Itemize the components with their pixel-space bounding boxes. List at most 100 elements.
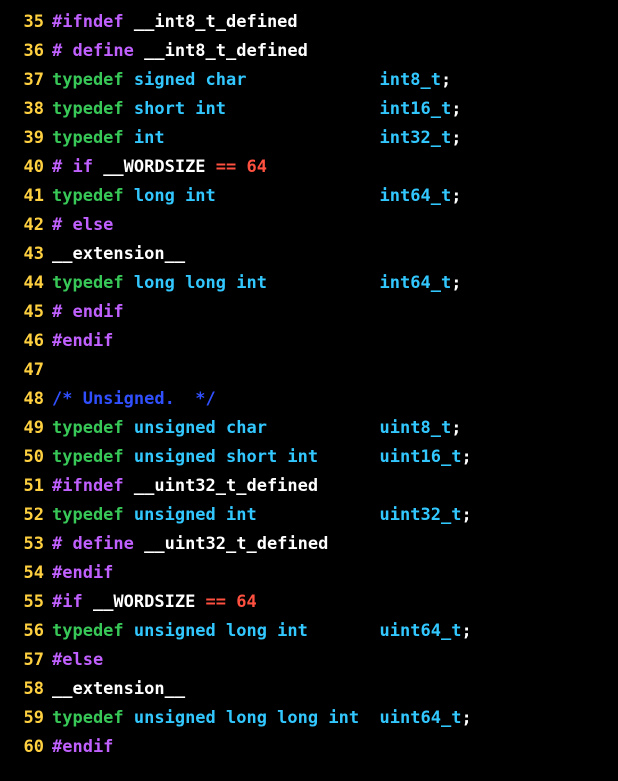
code-content[interactable]: # if __WORDSIZE == 64 [52, 153, 618, 182]
code-content[interactable]: #endif [52, 733, 618, 762]
code-line[interactable]: 53# define __uint32_t_defined [0, 530, 618, 559]
code-content[interactable]: typedef unsigned short int uint16_t; [52, 443, 618, 472]
token-kw: typedef [52, 186, 124, 206]
code-content[interactable]: #if __WORDSIZE == 64 [52, 588, 618, 617]
code-content[interactable]: #endif [52, 559, 618, 588]
code-line[interactable]: 40# if __WORDSIZE == 64 [0, 153, 618, 182]
code-content[interactable]: #endif [52, 327, 618, 356]
code-line[interactable]: 50typedef unsigned short int uint16_t; [0, 443, 618, 472]
code-content[interactable]: __extension__ [52, 240, 618, 269]
line-number: 44 [0, 269, 52, 298]
code-content[interactable]: typedef long int int64_t; [52, 182, 618, 211]
line-number: 38 [0, 95, 52, 124]
token-id [165, 128, 380, 148]
token-id [216, 186, 380, 206]
token-kw: typedef [52, 708, 124, 728]
token-kw: typedef [52, 621, 124, 641]
token-kw: typedef [52, 70, 124, 90]
code-content[interactable]: # define __uint32_t_defined [52, 530, 618, 559]
token-pp: # if [52, 157, 93, 177]
token-punc: ; [451, 273, 461, 293]
token-kw: typedef [52, 128, 124, 148]
token-id [226, 592, 236, 612]
token-pp: #else [52, 650, 103, 670]
token-id: __int8_t_defined [124, 12, 298, 32]
token-type: long long int [124, 273, 267, 293]
code-content[interactable]: # define __int8_t_defined [52, 37, 618, 66]
line-number: 51 [0, 472, 52, 501]
token-punc: ; [441, 70, 451, 90]
token-id [257, 505, 380, 525]
token-pp: # else [52, 215, 113, 235]
token-id [318, 447, 379, 467]
token-punc: ; [451, 128, 461, 148]
token-type: unsigned long int [124, 621, 308, 641]
line-number: 57 [0, 646, 52, 675]
line-number: 60 [0, 733, 52, 762]
code-content[interactable]: typedef unsigned int uint32_t; [52, 501, 618, 530]
code-content[interactable]: typedef long long int int64_t; [52, 269, 618, 298]
token-id: __extension__ [52, 679, 185, 699]
code-line[interactable]: 44typedef long long int int64_t; [0, 269, 618, 298]
code-line[interactable]: 48/* Unsigned. */ [0, 385, 618, 414]
token-op: == [216, 157, 236, 177]
code-line[interactable]: 58__extension__ [0, 675, 618, 704]
token-id [267, 273, 380, 293]
code-line[interactable]: 36# define __int8_t_defined [0, 37, 618, 66]
code-line[interactable]: 56typedef unsigned long int uint64_t; [0, 617, 618, 646]
code-line[interactable]: 57#else [0, 646, 618, 675]
code-line[interactable]: 43__extension__ [0, 240, 618, 269]
code-line[interactable]: 55#if __WORDSIZE == 64 [0, 588, 618, 617]
token-pp: #endif [52, 563, 113, 583]
code-line[interactable]: 37typedef signed char int8_t; [0, 66, 618, 95]
token-punc: ; [451, 186, 461, 206]
code-line[interactable]: 46#endif [0, 327, 618, 356]
token-pp: # define [52, 534, 134, 554]
code-line[interactable]: 60#endif [0, 733, 618, 762]
token-type: uint8_t [380, 418, 452, 438]
token-id: __WORDSIZE [93, 157, 216, 177]
code-line[interactable]: 35#ifndef __int8_t_defined [0, 8, 618, 37]
code-content[interactable]: __extension__ [52, 675, 618, 704]
code-content[interactable] [52, 356, 618, 385]
code-line[interactable]: 39typedef int int32_t; [0, 124, 618, 153]
code-content[interactable]: typedef short int int16_t; [52, 95, 618, 124]
token-num: 64 [247, 157, 267, 177]
token-type: unsigned int [124, 505, 257, 525]
token-id [267, 418, 380, 438]
code-line[interactable]: 54#endif [0, 559, 618, 588]
code-content[interactable]: #ifndef __uint32_t_defined [52, 472, 618, 501]
code-line[interactable]: 41typedef long int int64_t; [0, 182, 618, 211]
code-content[interactable]: typedef unsigned char uint8_t; [52, 414, 618, 443]
code-content[interactable]: typedef int int32_t; [52, 124, 618, 153]
code-line[interactable]: 47 [0, 356, 618, 385]
code-line[interactable]: 38typedef short int int16_t; [0, 95, 618, 124]
code-content[interactable]: typedef signed char int8_t; [52, 66, 618, 95]
token-kw: typedef [52, 418, 124, 438]
code-line[interactable]: 45# endif [0, 298, 618, 327]
token-id: __int8_t_defined [134, 41, 308, 61]
code-line[interactable]: 52typedef unsigned int uint32_t; [0, 501, 618, 530]
code-content[interactable]: typedef unsigned long long int uint64_t; [52, 704, 618, 733]
token-type: uint16_t [380, 447, 462, 467]
code-line[interactable]: 49typedef unsigned char uint8_t; [0, 414, 618, 443]
token-type: int32_t [380, 128, 452, 148]
line-number: 59 [0, 704, 52, 733]
code-content[interactable]: #else [52, 646, 618, 675]
token-type: unsigned char [124, 418, 267, 438]
code-line[interactable]: 59typedef unsigned long long int uint64_… [0, 704, 618, 733]
code-content[interactable]: # else [52, 211, 618, 240]
code-editor[interactable]: 35#ifndef __int8_t_defined36# define __i… [0, 8, 618, 762]
token-type: unsigned long long int [124, 708, 359, 728]
line-number: 45 [0, 298, 52, 327]
line-number: 49 [0, 414, 52, 443]
token-type: long int [124, 186, 216, 206]
token-op: == [206, 592, 226, 612]
code-line[interactable]: 51#ifndef __uint32_t_defined [0, 472, 618, 501]
code-content[interactable]: #ifndef __int8_t_defined [52, 8, 618, 37]
token-pp: # endif [52, 302, 124, 322]
code-line[interactable]: 42# else [0, 211, 618, 240]
code-content[interactable]: /* Unsigned. */ [52, 385, 618, 414]
code-content[interactable]: typedef unsigned long int uint64_t; [52, 617, 618, 646]
code-content[interactable]: # endif [52, 298, 618, 327]
